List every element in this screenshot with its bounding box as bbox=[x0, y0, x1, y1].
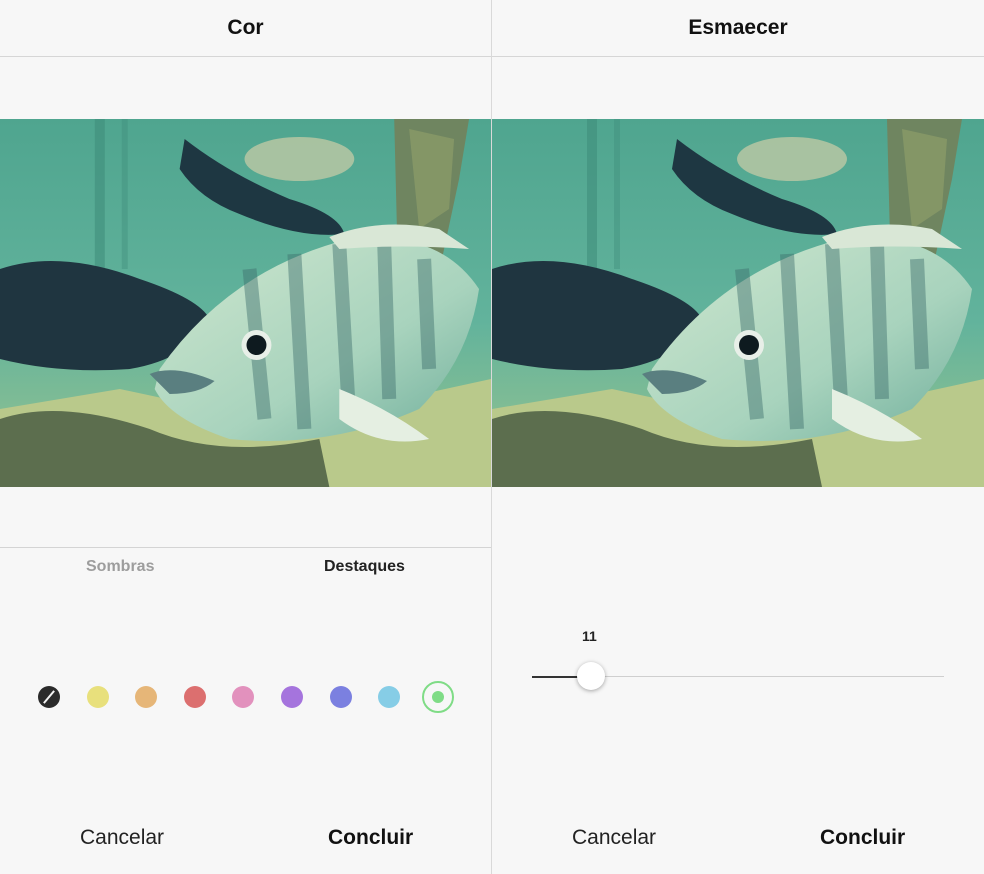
yellow-swatch[interactable] bbox=[87, 686, 109, 708]
fade-panel-actions: Cancelar Concluir bbox=[492, 826, 984, 854]
fade-slider-value: 11 bbox=[582, 628, 597, 644]
color-panel-actions: Cancelar Concluir bbox=[0, 826, 491, 854]
fade-panel-title: Esmaecer bbox=[492, 0, 984, 57]
fade-slider-thumb[interactable] bbox=[577, 662, 605, 690]
pink-swatch[interactable] bbox=[232, 686, 254, 708]
no-color-swatch[interactable] bbox=[38, 686, 60, 708]
fish-photo-icon bbox=[492, 119, 984, 487]
tabs-divider bbox=[0, 547, 491, 548]
color-panel: Cor Sombras Destaques Cancelar Concluir bbox=[0, 0, 491, 874]
tab-sombras[interactable]: Sombras bbox=[86, 558, 154, 576]
done-button[interactable]: Concluir bbox=[328, 826, 413, 850]
photo-preview bbox=[0, 119, 491, 487]
color-panel-title: Cor bbox=[0, 0, 491, 57]
tab-destaques[interactable]: Destaques bbox=[324, 558, 405, 576]
photo-preview bbox=[492, 119, 984, 487]
purple-swatch[interactable] bbox=[281, 686, 303, 708]
cyan-swatch[interactable] bbox=[378, 686, 400, 708]
red-swatch[interactable] bbox=[184, 686, 206, 708]
cancel-button[interactable]: Cancelar bbox=[572, 826, 656, 850]
orange-swatch[interactable] bbox=[135, 686, 157, 708]
color-swatch-row bbox=[0, 681, 491, 713]
fade-panel: Esmaecer 11 Cancelar Concluir bbox=[492, 0, 984, 874]
blue-swatch[interactable] bbox=[330, 686, 352, 708]
fish-photo-icon bbox=[0, 119, 491, 487]
done-button[interactable]: Concluir bbox=[820, 826, 905, 850]
cancel-button[interactable]: Cancelar bbox=[80, 826, 164, 850]
green-swatch-selected[interactable] bbox=[422, 681, 454, 713]
